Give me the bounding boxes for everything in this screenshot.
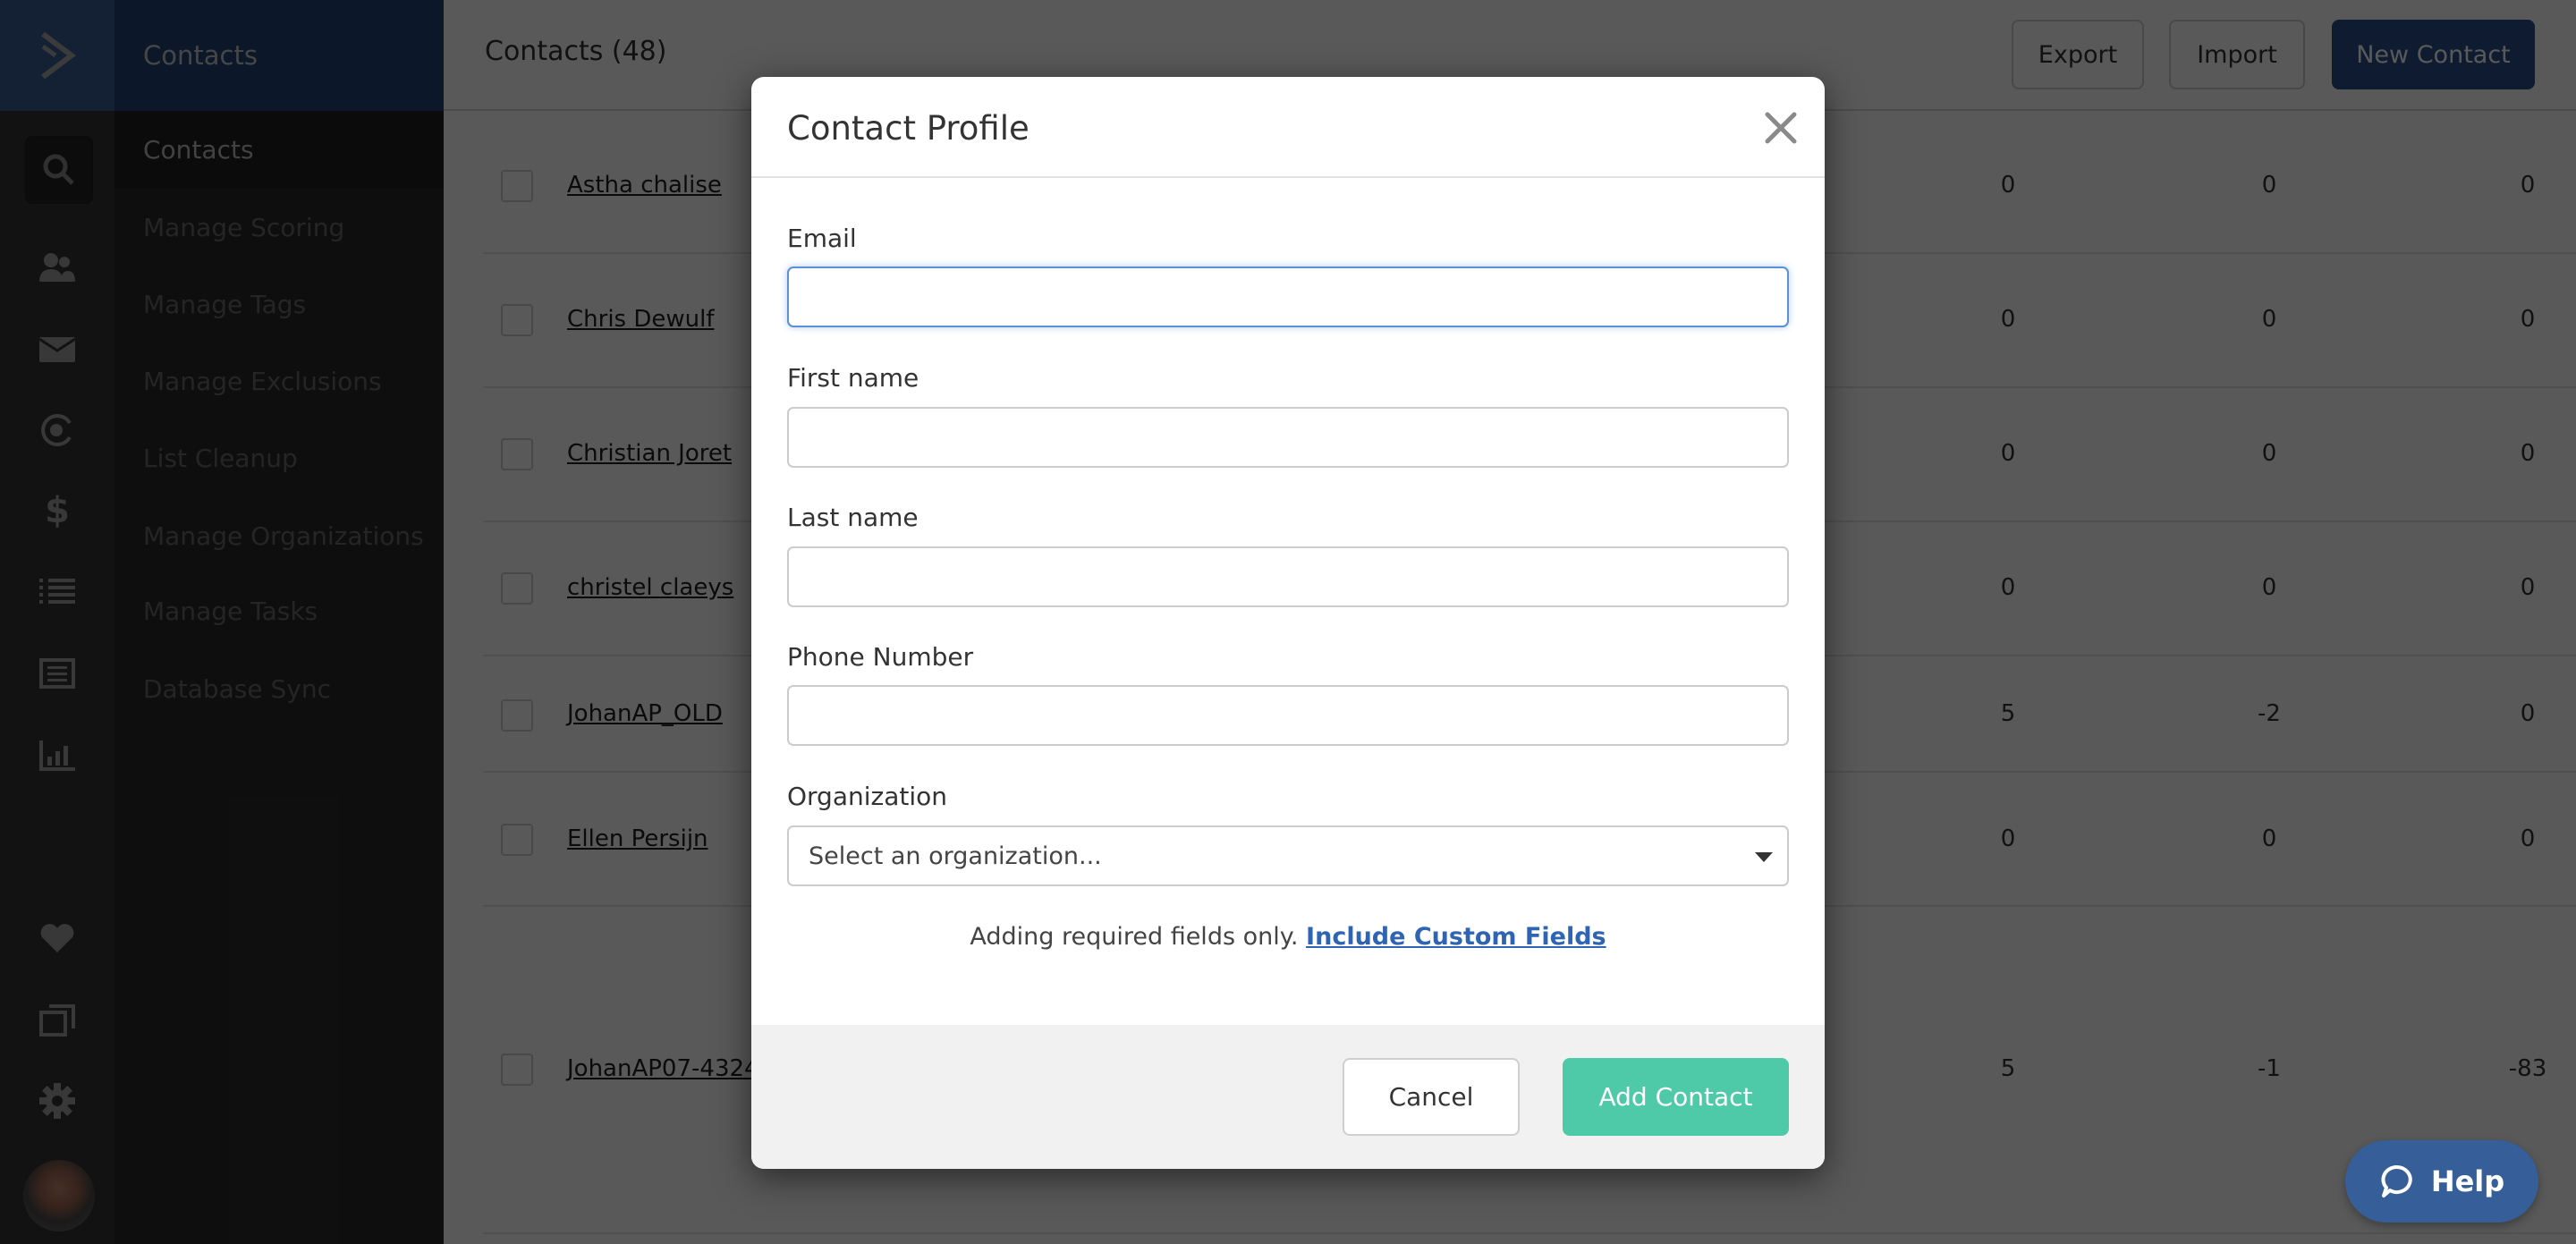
organization-label: Organization [787,782,948,811]
last-name-field[interactable] [787,546,1789,607]
chat-bubble-icon [2381,1164,2412,1197]
include-custom-fields-link[interactable]: Include Custom Fields [1306,923,1606,951]
organization-selected-value: Select an organization... [809,842,1102,870]
required-fields-note: Adding required fields only. Include Cus… [751,923,1825,951]
contact-profile-modal: Contact Profile Email First name Last na… [751,77,1825,1169]
first-name-field[interactable] [787,407,1789,468]
organization-select[interactable]: Select an organization... [787,825,1789,886]
phone-number-field[interactable] [787,685,1789,746]
first-name-label: First name [787,363,919,393]
modal-footer: Cancel Add Contact [751,1025,1825,1169]
last-name-label: Last name [787,503,919,532]
help-label: Help [2430,1164,2505,1198]
email-field[interactable] [787,267,1789,327]
email-label: Email [787,224,857,253]
phone-number-label: Phone Number [787,642,974,672]
help-button[interactable]: Help [2345,1140,2538,1223]
modal-header: Contact Profile [751,77,1825,178]
close-button[interactable] [1758,106,1803,150]
modal-title: Contact Profile [787,109,1030,148]
close-x-icon [1765,112,1797,144]
note-text: Adding required fields only. [970,923,1299,951]
add-contact-button[interactable]: Add Contact [1563,1058,1789,1136]
cancel-button[interactable]: Cancel [1343,1058,1520,1136]
chevron-down-icon [1755,852,1773,862]
